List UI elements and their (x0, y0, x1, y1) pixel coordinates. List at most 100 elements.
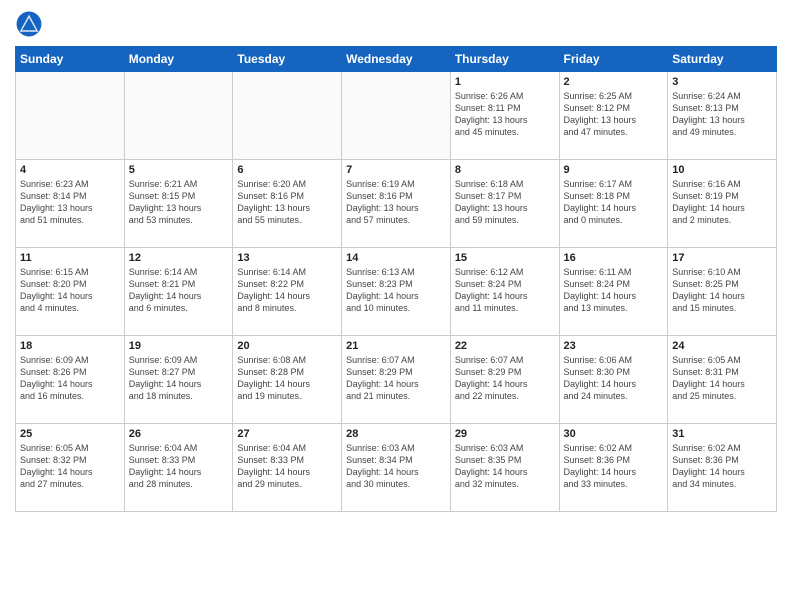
calendar-cell: 5 Sunrise: 6:21 AM Sunset: 8:15 PM Daylig… (124, 160, 233, 248)
calendar-cell: 28 Sunrise: 6:03 AM Sunset: 8:34 PM Dayli… (342, 424, 451, 512)
calendar-cell: 3 Sunrise: 6:24 AM Sunset: 8:13 PM Daylig… (668, 72, 777, 160)
calendar-cell: 22 Sunrise: 6:07 AM Sunset: 8:29 PM Dayli… (450, 336, 559, 424)
calendar-cell: 9 Sunrise: 6:17 AM Sunset: 8:18 PM Daylig… (559, 160, 668, 248)
day-header-sunday: Sunday (16, 47, 125, 72)
day-info: Sunrise: 6:10 AM Sunset: 8:25 PM Dayligh… (672, 266, 772, 315)
day-info: Sunrise: 6:17 AM Sunset: 8:18 PM Dayligh… (564, 178, 664, 227)
calendar-week-4: 18 Sunrise: 6:09 AM Sunset: 8:26 PM Dayli… (16, 336, 777, 424)
day-info: Sunrise: 6:06 AM Sunset: 8:30 PM Dayligh… (564, 354, 664, 403)
day-header-friday: Friday (559, 47, 668, 72)
calendar-cell (342, 72, 451, 160)
day-number: 22 (455, 340, 555, 352)
day-number: 21 (346, 340, 446, 352)
calendar-week-2: 4 Sunrise: 6:23 AM Sunset: 8:14 PM Daylig… (16, 160, 777, 248)
calendar-week-1: 1 Sunrise: 6:26 AM Sunset: 8:11 PM Daylig… (16, 72, 777, 160)
day-info: Sunrise: 6:02 AM Sunset: 8:36 PM Dayligh… (564, 442, 664, 491)
day-info: Sunrise: 6:09 AM Sunset: 8:27 PM Dayligh… (129, 354, 229, 403)
day-number: 16 (564, 252, 664, 264)
calendar-cell: 29 Sunrise: 6:03 AM Sunset: 8:35 PM Dayli… (450, 424, 559, 512)
day-header-thursday: Thursday (450, 47, 559, 72)
calendar-cell: 8 Sunrise: 6:18 AM Sunset: 8:17 PM Daylig… (450, 160, 559, 248)
day-header-saturday: Saturday (668, 47, 777, 72)
day-info: Sunrise: 6:21 AM Sunset: 8:15 PM Dayligh… (129, 178, 229, 227)
day-number: 29 (455, 428, 555, 440)
day-info: Sunrise: 6:23 AM Sunset: 8:14 PM Dayligh… (20, 178, 120, 227)
day-number: 30 (564, 428, 664, 440)
day-number: 28 (346, 428, 446, 440)
day-header-wednesday: Wednesday (342, 47, 451, 72)
day-info: Sunrise: 6:16 AM Sunset: 8:19 PM Dayligh… (672, 178, 772, 227)
day-number: 27 (237, 428, 337, 440)
day-number: 5 (129, 164, 229, 176)
day-number: 13 (237, 252, 337, 264)
day-number: 7 (346, 164, 446, 176)
day-info: Sunrise: 6:11 AM Sunset: 8:24 PM Dayligh… (564, 266, 664, 315)
day-info: Sunrise: 6:08 AM Sunset: 8:28 PM Dayligh… (237, 354, 337, 403)
day-info: Sunrise: 6:05 AM Sunset: 8:32 PM Dayligh… (20, 442, 120, 491)
calendar-cell: 13 Sunrise: 6:14 AM Sunset: 8:22 PM Dayli… (233, 248, 342, 336)
day-header-monday: Monday (124, 47, 233, 72)
page-header (15, 10, 777, 38)
logo-icon (15, 10, 43, 38)
calendar-cell: 26 Sunrise: 6:04 AM Sunset: 8:33 PM Dayli… (124, 424, 233, 512)
calendar-cell (16, 72, 125, 160)
day-info: Sunrise: 6:04 AM Sunset: 8:33 PM Dayligh… (129, 442, 229, 491)
logo (15, 10, 47, 38)
day-info: Sunrise: 6:15 AM Sunset: 8:20 PM Dayligh… (20, 266, 120, 315)
calendar-cell: 14Sunrise: 6:13 AM Sunset: 8:23 PM Dayli… (342, 248, 451, 336)
day-number: 23 (564, 340, 664, 352)
day-number: 17 (672, 252, 772, 264)
day-info: Sunrise: 6:14 AM Sunset: 8:22 PM Dayligh… (237, 266, 337, 315)
day-number: 1 (455, 76, 555, 88)
calendar-week-5: 25 Sunrise: 6:05 AM Sunset: 8:32 PM Dayli… (16, 424, 777, 512)
calendar-cell: 7 Sunrise: 6:19 AM Sunset: 8:16 PM Daylig… (342, 160, 451, 248)
day-number: 2 (564, 76, 664, 88)
day-number: 31 (672, 428, 772, 440)
calendar-cell: 17 Sunrise: 6:10 AM Sunset: 8:25 PM Dayli… (668, 248, 777, 336)
day-info: Sunrise: 6:05 AM Sunset: 8:31 PM Dayligh… (672, 354, 772, 403)
day-info: Sunrise: 6:07 AM Sunset: 8:29 PM Dayligh… (346, 354, 446, 403)
calendar-cell: 25 Sunrise: 6:05 AM Sunset: 8:32 PM Dayli… (16, 424, 125, 512)
day-number: 12 (129, 252, 229, 264)
day-number: 25 (20, 428, 120, 440)
day-info: Sunrise: 6:26 AM Sunset: 8:11 PM Dayligh… (455, 90, 555, 139)
calendar-week-3: 11 Sunrise: 6:15 AM Sunset: 8:20 PM Dayli… (16, 248, 777, 336)
calendar-cell: 12 Sunrise: 6:14 AM Sunset: 8:21 PM Dayli… (124, 248, 233, 336)
day-info: Sunrise: 6:24 AM Sunset: 8:13 PM Dayligh… (672, 90, 772, 139)
calendar-cell: 1 Sunrise: 6:26 AM Sunset: 8:11 PM Daylig… (450, 72, 559, 160)
calendar-cell: 21 Sunrise: 6:07 AM Sunset: 8:29 PM Dayli… (342, 336, 451, 424)
calendar-cell: 10Sunrise: 6:16 AM Sunset: 8:19 PM Dayli… (668, 160, 777, 248)
calendar-cell: 2Sunrise: 6:25 AM Sunset: 8:12 PM Daylig… (559, 72, 668, 160)
day-number: 4 (20, 164, 120, 176)
day-number: 3 (672, 76, 772, 88)
day-number: 20 (237, 340, 337, 352)
day-info: Sunrise: 6:03 AM Sunset: 8:35 PM Dayligh… (455, 442, 555, 491)
day-number: 6 (237, 164, 337, 176)
day-info: Sunrise: 6:19 AM Sunset: 8:16 PM Dayligh… (346, 178, 446, 227)
day-info: Sunrise: 6:20 AM Sunset: 8:16 PM Dayligh… (237, 178, 337, 227)
calendar-cell (124, 72, 233, 160)
calendar-cell: 11 Sunrise: 6:15 AM Sunset: 8:20 PM Dayli… (16, 248, 125, 336)
day-info: Sunrise: 6:02 AM Sunset: 8:36 PM Dayligh… (672, 442, 772, 491)
day-number: 11 (20, 252, 120, 264)
calendar-cell: 15Sunrise: 6:12 AM Sunset: 8:24 PM Dayli… (450, 248, 559, 336)
day-info: Sunrise: 6:18 AM Sunset: 8:17 PM Dayligh… (455, 178, 555, 227)
day-info: Sunrise: 6:07 AM Sunset: 8:29 PM Dayligh… (455, 354, 555, 403)
calendar-cell: 30 Sunrise: 6:02 AM Sunset: 8:36 PM Dayli… (559, 424, 668, 512)
calendar-cell: 16 Sunrise: 6:11 AM Sunset: 8:24 PM Dayli… (559, 248, 668, 336)
day-info: Sunrise: 6:03 AM Sunset: 8:34 PM Dayligh… (346, 442, 446, 491)
day-number: 19 (129, 340, 229, 352)
day-number: 24 (672, 340, 772, 352)
day-info: Sunrise: 6:14 AM Sunset: 8:21 PM Dayligh… (129, 266, 229, 315)
day-info: Sunrise: 6:13 AM Sunset: 8:23 PM Dayligh… (346, 266, 446, 315)
day-number: 8 (455, 164, 555, 176)
calendar-cell (233, 72, 342, 160)
calendar-cell: 24 Sunrise: 6:05 AM Sunset: 8:31 PM Dayli… (668, 336, 777, 424)
day-info: Sunrise: 6:09 AM Sunset: 8:26 PM Dayligh… (20, 354, 120, 403)
day-number: 15 (455, 252, 555, 264)
day-number: 26 (129, 428, 229, 440)
calendar-cell: 19 Sunrise: 6:09 AM Sunset: 8:27 PM Dayli… (124, 336, 233, 424)
day-number: 9 (564, 164, 664, 176)
day-header-tuesday: Tuesday (233, 47, 342, 72)
day-number: 18 (20, 340, 120, 352)
